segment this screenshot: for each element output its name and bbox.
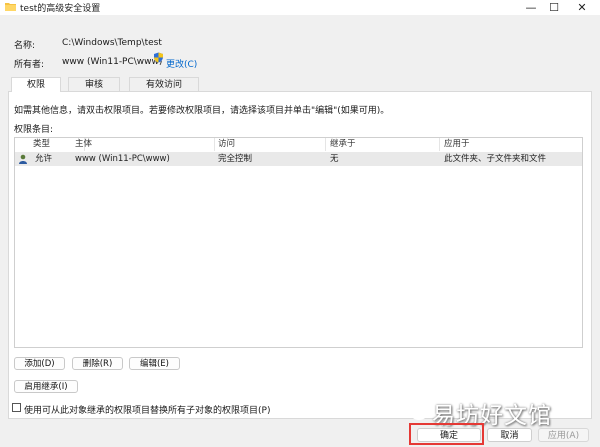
table-row[interactable]: 允许 www (Win11-PC\www) 完全控制 无 此文件夹、子文件夹和文… — [15, 152, 582, 166]
user-icon — [19, 154, 27, 164]
ok-button[interactable]: 确定 — [417, 428, 481, 442]
owner-label: 所有者: — [14, 60, 45, 70]
row-principal: www (Win11-PC\www) — [75, 154, 170, 164]
enable-inheritance-button[interactable]: 启用继承(I) — [14, 380, 78, 393]
permission-entries-table: 类型 主体 访问 继承于 应用于 允许 www (Win11-PC\www) 完… — [14, 137, 583, 348]
advanced-security-window: test的高级安全设置 — ☐ ✕ 名称: C:\Windows\Temp\te… — [0, 0, 600, 447]
name-value: C:\Windows\Temp\test — [62, 38, 162, 48]
name-label: 名称: — [14, 41, 36, 51]
column-header-access[interactable]: 访问 — [214, 138, 326, 151]
row-type: 允许 — [35, 154, 53, 164]
change-owner-link[interactable]: 更改(C) — [166, 57, 197, 70]
cancel-button[interactable]: 取消 — [487, 428, 532, 442]
tab-permissions[interactable]: 权限 — [11, 77, 61, 92]
column-header-inherited[interactable]: 继承于 — [326, 138, 440, 151]
window-title: test的高级安全设置 — [20, 4, 101, 14]
title-bar: test的高级安全设置 — ☐ ✕ — [0, 0, 600, 15]
add-button[interactable]: 添加(D) — [14, 357, 65, 370]
replace-child-permissions-checkbox[interactable] — [12, 403, 21, 412]
watermark-logo — [409, 400, 429, 420]
table-header: 类型 主体 访问 继承于 应用于 — [15, 138, 582, 151]
owner-value: www (Win11-PC\www) — [62, 57, 163, 67]
remove-button[interactable]: 删除(R) — [72, 357, 123, 370]
replace-child-permissions-label: 使用可从此对象继承的权限项目替换所有子对象的权限项目(P) — [24, 406, 271, 416]
close-button[interactable]: ✕ — [569, 0, 595, 15]
tab-auditing[interactable]: 审核 — [68, 77, 120, 91]
row-applies: 此文件夹、子文件夹和文件 — [444, 154, 547, 164]
entries-label: 权限条目: — [14, 125, 54, 135]
apply-button[interactable]: 应用(A) — [538, 428, 589, 442]
column-header-applies[interactable]: 应用于 — [440, 138, 584, 151]
column-header-principal[interactable]: 主体 — [71, 138, 215, 151]
instruction-text: 如需其他信息，请双击权限项目。若要修改权限项目，请选择该项目并单击"编辑"(如果… — [14, 106, 390, 116]
folder-icon — [5, 3, 16, 11]
tab-effective-access[interactable]: 有效访问 — [129, 77, 199, 91]
uac-shield-icon — [154, 52, 163, 63]
row-inherited: 无 — [330, 154, 339, 164]
edit-button[interactable]: 编辑(E) — [129, 357, 180, 370]
row-access: 完全控制 — [218, 154, 253, 164]
maximize-button[interactable]: ☐ — [541, 0, 567, 15]
